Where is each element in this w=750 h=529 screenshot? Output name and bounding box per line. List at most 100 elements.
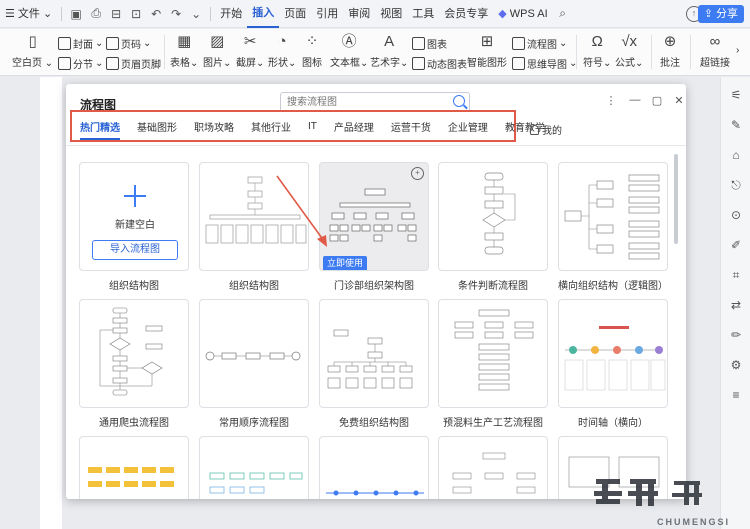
- cover-icon: [58, 37, 71, 50]
- share-button[interactable]: ⇪ 分享: [697, 5, 744, 23]
- tab-insert[interactable]: 插入: [247, 0, 280, 28]
- tab-product-manager[interactable]: 产品经理: [334, 119, 374, 134]
- ribbon-more-icon[interactable]: ›: [736, 45, 739, 56]
- use-now-button[interactable]: 立即使用: [323, 256, 367, 270]
- formula-button[interactable]: √x 公式⌄: [615, 33, 643, 69]
- table-button[interactable]: ▦ 表格⌄: [170, 33, 198, 69]
- mindmap-button[interactable]: 思维导图 ⌄: [512, 56, 577, 71]
- print-icon[interactable]: ⊟: [107, 5, 125, 23]
- template-card[interactable]: [558, 299, 668, 408]
- dynamic-chart-button[interactable]: 动态图表: [412, 56, 467, 71]
- template-card[interactable]: [199, 162, 309, 271]
- tab-basic-shapes[interactable]: 基础图形: [137, 119, 177, 134]
- preview-icon[interactable]: ⊡: [127, 5, 145, 23]
- symbol-label: 符号: [583, 58, 603, 69]
- shape-button[interactable]: ◔ 形状⌄: [268, 33, 296, 69]
- header-footer-label: 页眉页脚: [121, 60, 161, 71]
- search-input[interactable]: [287, 93, 447, 111]
- template-card[interactable]: [79, 299, 189, 408]
- template-caption: 免费组织结构图: [339, 418, 409, 429]
- wps-ai-button[interactable]: ◆ WPS AI: [493, 0, 552, 28]
- icon-button[interactable]: ⁘ 图标: [302, 33, 322, 69]
- symbol-button[interactable]: Ω 符号⌄: [583, 33, 611, 69]
- pen-icon[interactable]: ✎: [721, 113, 750, 137]
- template-card[interactable]: [79, 436, 189, 499]
- screenshot-button[interactable]: ✂ 截屏⌄: [236, 33, 264, 69]
- header-footer-button[interactable]: 页眉页脚: [106, 56, 161, 71]
- right-toolbar: ⚟ ✎ ⌂ ⎋ ⊙ ✐ ⌗ ⇄ ✏ ⚙ ≡: [720, 77, 750, 529]
- save-icon[interactable]: ▣: [67, 5, 85, 23]
- tab-operations[interactable]: 运营干货: [391, 119, 431, 134]
- picture-label: 图片: [203, 58, 223, 69]
- template-card[interactable]: + 立即使用: [319, 162, 429, 271]
- tab-reference[interactable]: 引用: [311, 0, 343, 28]
- mark-icon[interactable]: ✐: [721, 233, 750, 257]
- undo-icon[interactable]: ↶: [147, 5, 165, 23]
- tab-other-industry[interactable]: 其他行业: [251, 119, 291, 134]
- chart-icon: [412, 37, 425, 50]
- edit-icon[interactable]: ✏: [721, 323, 750, 347]
- import-flowchart-button[interactable]: 导入流程图: [92, 240, 178, 260]
- section-button[interactable]: 分节 ⌄: [58, 56, 103, 71]
- blank-page-label: 空白页: [12, 58, 42, 69]
- crop-icon[interactable]: ⌗: [721, 263, 750, 287]
- tab-view[interactable]: 视图: [375, 0, 407, 28]
- minimize-icon[interactable]: —: [628, 94, 642, 106]
- wordart-button[interactable]: A 艺术字⌄: [370, 33, 408, 69]
- file-menu[interactable]: ☰ 文件 ⌄: [0, 0, 57, 28]
- sliders-icon[interactable]: ⚟: [721, 83, 750, 107]
- template-card[interactable]: [438, 299, 548, 408]
- template-card[interactable]: [319, 299, 429, 408]
- compass-icon[interactable]: ⊙: [721, 203, 750, 227]
- close-icon[interactable]: ✕: [672, 94, 686, 107]
- new-blank-card[interactable]: 新建空白 导入流程图: [79, 162, 189, 271]
- search-icon[interactable]: [453, 95, 465, 107]
- flowchart-button[interactable]: 流程图 ⌄: [512, 36, 567, 51]
- template-card[interactable]: [438, 436, 548, 499]
- more-icon[interactable]: ⌄: [187, 5, 205, 23]
- search-icon[interactable]: ⌕: [554, 5, 572, 23]
- page-number-button[interactable]: 页码 ⌄: [106, 36, 151, 51]
- flowchart-search[interactable]: [280, 92, 470, 112]
- comment-button[interactable]: ⊕ 批注: [660, 33, 680, 69]
- dialog-scrollbar[interactable]: [674, 154, 678, 244]
- mine-tab[interactable]: 我的: [530, 122, 562, 137]
- template-card[interactable]: [199, 436, 309, 499]
- template-card[interactable]: [438, 162, 548, 271]
- settings-icon[interactable]: ⚙: [721, 353, 750, 377]
- menu-icon[interactable]: ≡: [721, 383, 750, 407]
- export-icon[interactable]: ⎙: [87, 5, 105, 23]
- premix-process-thumbnail: [454, 309, 534, 391]
- translate-icon[interactable]: ⇄: [721, 293, 750, 317]
- tab-member[interactable]: 会员专享: [439, 0, 493, 28]
- cover-button[interactable]: 封面 ⌄: [58, 36, 103, 51]
- maximize-icon[interactable]: ▢: [650, 94, 664, 107]
- chart-button[interactable]: 图表: [412, 36, 447, 51]
- tab-tools[interactable]: 工具: [407, 0, 439, 28]
- template-card[interactable]: [319, 436, 429, 499]
- document-page: [40, 77, 62, 529]
- smart-graphic-button[interactable]: ⊞ 智能图形: [467, 33, 507, 69]
- bookmark-icon[interactable]: ⌂: [721, 143, 750, 167]
- template-card[interactable]: [558, 162, 668, 271]
- tab-review[interactable]: 审阅: [343, 0, 375, 28]
- share-icon[interactable]: ⎋: [721, 173, 750, 197]
- picture-button[interactable]: ▨ 图片⌄: [203, 33, 231, 69]
- tab-start[interactable]: 开始: [215, 0, 247, 28]
- tab-page[interactable]: 页面: [279, 0, 311, 28]
- template-card[interactable]: [199, 299, 309, 408]
- zoom-in-icon[interactable]: +: [411, 167, 424, 180]
- comment-label: 批注: [660, 58, 680, 69]
- more-options-icon[interactable]: ⋮: [604, 94, 618, 107]
- blank-page-icon: ▯: [28, 33, 37, 50]
- tab-it[interactable]: IT: [308, 121, 317, 132]
- tab-career[interactable]: 职场攻略: [194, 119, 234, 134]
- textbox-button[interactable]: Ⓐ 文本框⌄: [330, 33, 368, 69]
- blank-page-button[interactable]: ▯ 空白页 ⌄: [12, 33, 53, 69]
- template-caption: 组织结构图: [109, 281, 159, 292]
- tab-management[interactable]: 企业管理: [448, 119, 488, 134]
- redo-icon[interactable]: ↷: [167, 5, 185, 23]
- tab-hot[interactable]: 热门精选: [80, 119, 120, 140]
- smart-graphic-icon: ⊞: [480, 33, 494, 50]
- hyperlink-button[interactable]: ∞ 超链接: [700, 33, 730, 69]
